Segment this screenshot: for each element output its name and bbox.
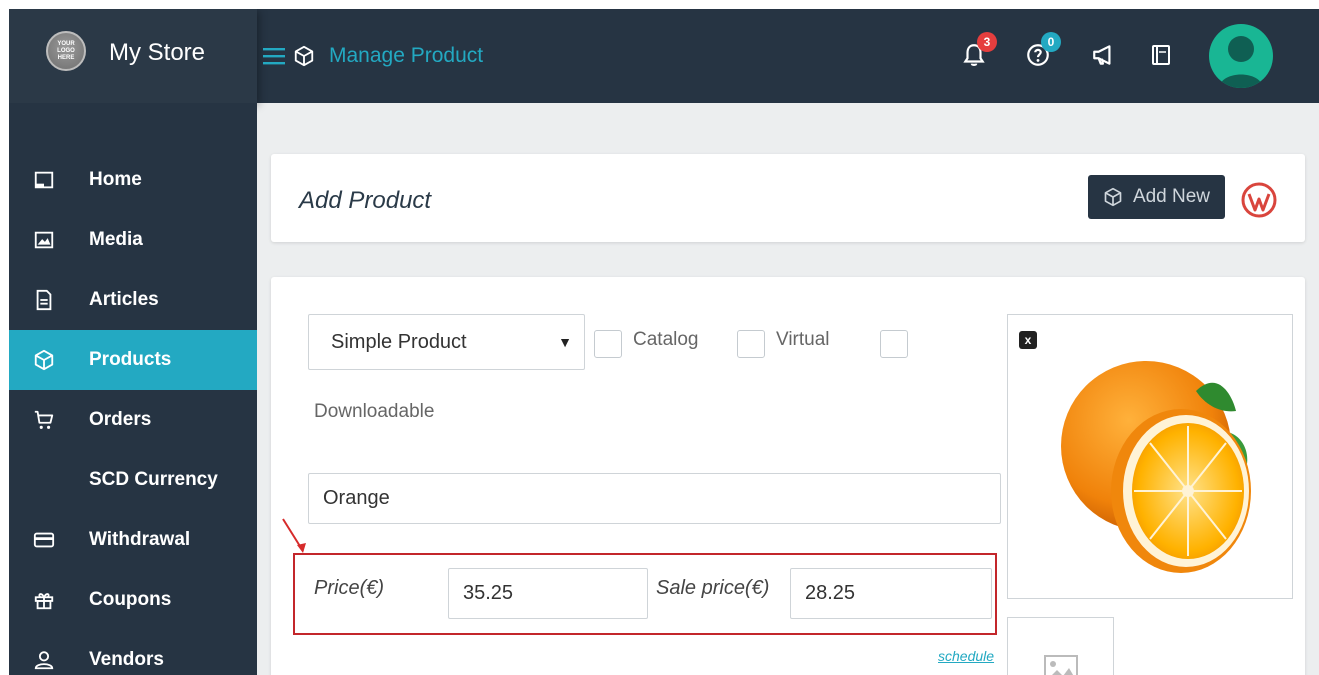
chevron-down-icon: ▼ xyxy=(558,334,572,350)
user-icon xyxy=(34,651,54,670)
top-bar: YOUR LOGO HERE My Store Manage Product 3… xyxy=(9,9,1319,103)
downloadable-checkbox[interactable] xyxy=(880,330,908,358)
wordpress-icon[interactable] xyxy=(1241,182,1277,218)
sidebar-item-withdrawal[interactable]: Withdrawal xyxy=(9,510,257,570)
gallery-image-box[interactable] xyxy=(1007,617,1114,675)
gift-icon xyxy=(34,593,54,610)
sidebar-item-scd-currency[interactable]: SCD Currency xyxy=(9,450,257,510)
user-avatar[interactable] xyxy=(1209,24,1273,88)
sidebar-item-orders[interactable]: Orders xyxy=(9,390,257,450)
product-type-value: Simple Product xyxy=(331,330,467,353)
cube-icon xyxy=(1104,187,1122,207)
product-image-orange xyxy=(1061,361,1251,573)
sale-price-value: 28.25 xyxy=(805,582,856,604)
store-name: My Store xyxy=(109,39,206,66)
downloadable-label: Downloadable xyxy=(314,401,435,422)
cube-icon xyxy=(294,45,314,67)
notifications-button[interactable]: 3 xyxy=(961,32,997,68)
document-icon xyxy=(36,289,52,311)
user-silhouette-icon xyxy=(1219,36,1263,88)
schedule-link[interactable]: schedule xyxy=(938,648,994,664)
annotation-arrow xyxy=(282,518,306,553)
image-placeholder-icon xyxy=(1044,655,1078,675)
sidebar-item-label: Orders xyxy=(89,409,152,430)
sidebar-item-label: Withdrawal xyxy=(89,529,191,550)
monitor-icon xyxy=(34,171,54,189)
page-header: Manage Product xyxy=(263,42,483,70)
sidebar-item-articles[interactable]: Articles xyxy=(9,270,257,330)
add-new-button[interactable]: Add New xyxy=(1088,175,1225,219)
product-form-card: Simple Product ▼ Catalog Virtual Downloa… xyxy=(271,277,1305,675)
sidebar-item-label: Coupons xyxy=(89,589,172,610)
megaphone-icon xyxy=(1093,45,1111,65)
add-new-label: Add New xyxy=(1132,186,1211,207)
sidebar-item-label: Vendors xyxy=(89,649,164,670)
sidebar-item-home[interactable]: Home xyxy=(9,150,257,210)
image-icon xyxy=(34,231,54,249)
sidebar-item-label: Home xyxy=(89,169,142,190)
sidebar-item-label: Articles xyxy=(89,289,159,310)
app-frame: YOUR LOGO HERE My Store Manage Product 3… xyxy=(9,9,1319,675)
book-icon xyxy=(1152,45,1170,65)
logo-text: YOUR LOGO HERE xyxy=(57,41,75,61)
virtual-checkbox[interactable] xyxy=(737,330,765,358)
sidebar-item-coupons[interactable]: Coupons xyxy=(9,570,257,630)
sidebar-item-label: Media xyxy=(89,229,143,250)
card-icon xyxy=(33,532,55,548)
product-type-select[interactable]: Simple Product ▼ xyxy=(308,314,585,370)
help-badge: 0 xyxy=(1041,32,1061,52)
card-title: Add Product xyxy=(299,187,432,214)
sale-price-input[interactable]: 28.25 xyxy=(790,568,992,619)
cube-icon xyxy=(34,349,54,371)
remove-image-button[interactable]: x xyxy=(1019,331,1037,349)
sidebar-item-vendors[interactable]: Vendors xyxy=(9,630,257,675)
page-title: Manage Product xyxy=(329,44,484,67)
sale-price-label: Sale price(€) xyxy=(656,577,770,599)
product-name-input[interactable]: Orange xyxy=(308,473,1001,524)
help-button[interactable]: 0 xyxy=(1025,32,1061,68)
add-product-header-card: Add Product Add New xyxy=(271,154,1305,242)
notifications-badge: 3 xyxy=(977,32,997,52)
sidebar-item-label: SCD Currency xyxy=(89,469,218,490)
price-input[interactable]: 35.25 xyxy=(448,568,648,619)
catalog-label: Catalog xyxy=(633,329,699,350)
cart-icon xyxy=(34,410,54,429)
knowledgebase-button[interactable] xyxy=(1149,42,1175,68)
sidebar-item-label: Products xyxy=(89,349,172,370)
featured-image-box[interactable]: x xyxy=(1007,314,1293,599)
catalog-checkbox[interactable] xyxy=(594,330,622,358)
virtual-label: Virtual xyxy=(776,329,830,350)
sidebar-item-media[interactable]: Media xyxy=(9,210,257,270)
announcements-button[interactable] xyxy=(1091,42,1117,68)
menu-toggle-icon[interactable] xyxy=(263,47,285,65)
sidebar-item-products[interactable]: Products xyxy=(9,330,257,390)
price-value: 35.25 xyxy=(463,582,514,604)
sidebar: Home Media Articles Products Orders SCD … xyxy=(9,103,257,675)
store-logo: YOUR LOGO HERE xyxy=(46,31,86,71)
price-label: Price(€) xyxy=(314,577,385,599)
product-name-value: Orange xyxy=(323,487,390,509)
brand-area[interactable]: YOUR LOGO HERE My Store xyxy=(9,9,257,103)
